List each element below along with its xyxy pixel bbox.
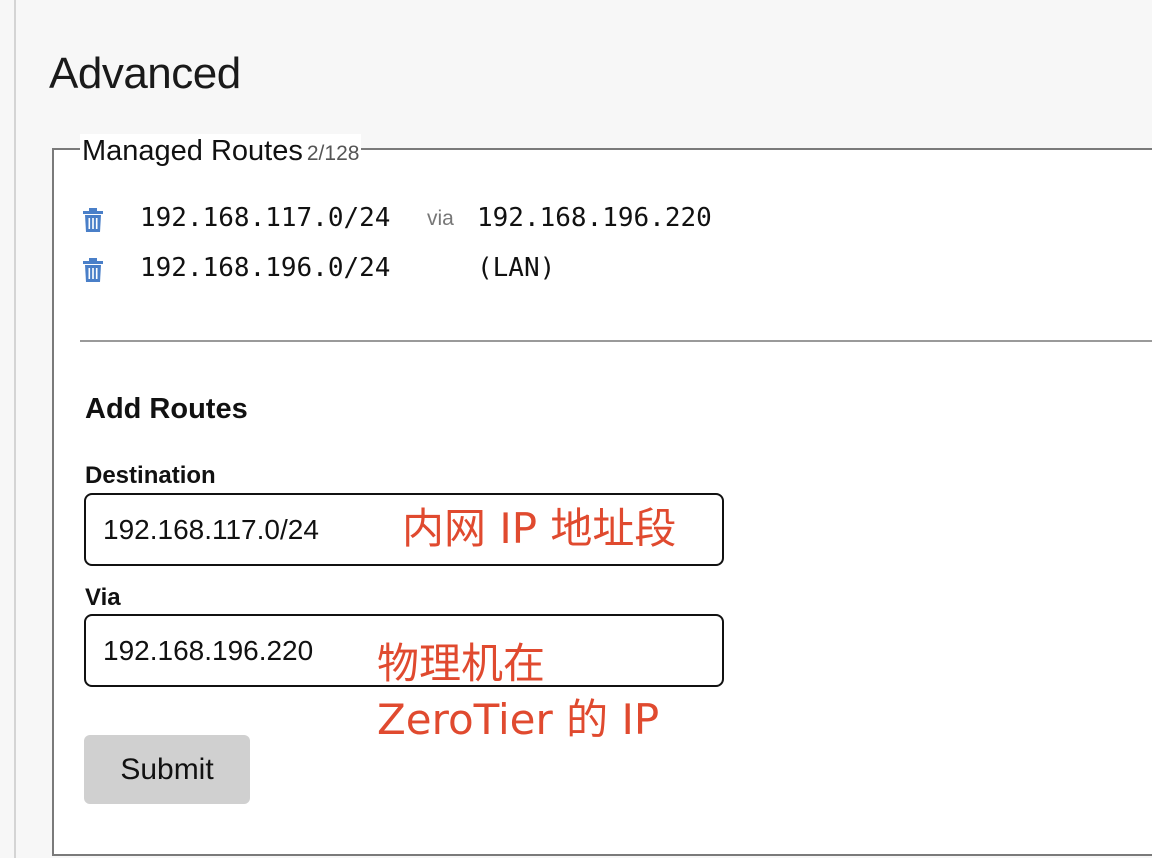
via-annotation-line1: 物理机在 xyxy=(377,639,546,688)
route-destination: 192.168.117.0/24 xyxy=(140,203,391,233)
route-via-label: via xyxy=(427,207,454,230)
managed-routes-title: Managed Routes xyxy=(82,135,303,167)
via-annotation-line2: ZeroTier 的 IP xyxy=(377,695,660,744)
add-routes-heading: Add Routes xyxy=(85,393,248,425)
route-target: 192.168.196.220 xyxy=(477,203,712,233)
route-row xyxy=(82,253,104,287)
destination-label: Destination xyxy=(85,462,216,489)
submit-button[interactable]: Submit xyxy=(84,735,250,804)
trash-icon[interactable] xyxy=(82,207,104,233)
destination-annotation: 内网 IP 地址段 xyxy=(402,504,677,553)
via-label: Via xyxy=(85,584,121,611)
left-border xyxy=(14,0,16,858)
route-target: (LAN) xyxy=(477,253,556,283)
route-row xyxy=(82,203,104,237)
trash-icon[interactable] xyxy=(82,257,104,283)
divider xyxy=(80,340,1152,342)
route-destination: 192.168.196.0/24 xyxy=(140,253,391,283)
routes-count: 2/128 xyxy=(306,142,360,165)
section-title: Advanced xyxy=(49,49,241,98)
managed-routes-legend: Managed Routes 2/128 xyxy=(80,134,362,168)
